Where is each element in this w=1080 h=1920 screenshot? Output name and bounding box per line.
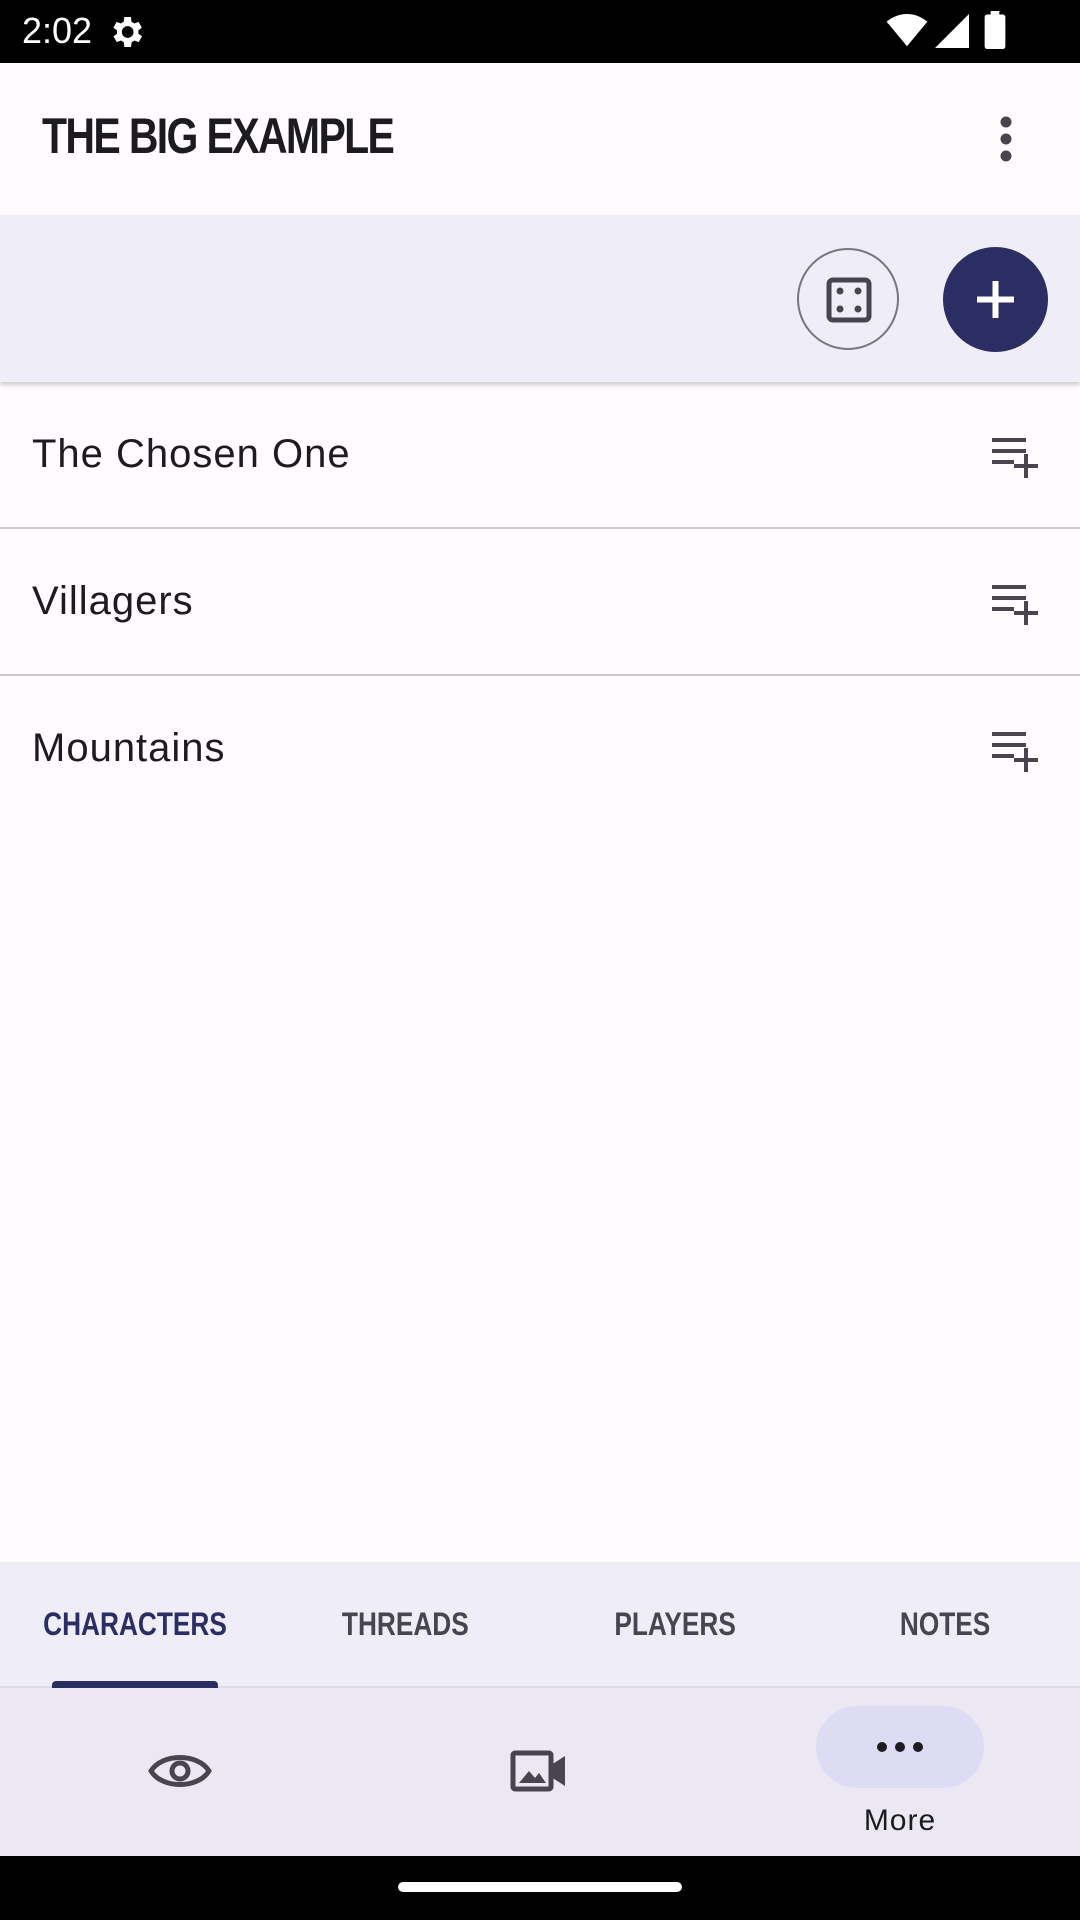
list-item-label: Villagers <box>32 579 194 623</box>
action-strip <box>0 215 1080 382</box>
list-item-label: The Chosen One <box>32 432 351 476</box>
settings-gear-icon <box>113 17 142 47</box>
list-item[interactable]: Villagers <box>0 529 1080 676</box>
wifi-icon <box>886 14 928 47</box>
playlist-add-icon[interactable] <box>988 581 1044 627</box>
playlist-add-icon[interactable] <box>988 434 1044 480</box>
list-item-label: Mountains <box>32 726 226 770</box>
tab-notes[interactable]: NOTES <box>810 1562 1080 1686</box>
eye-icon[interactable] <box>148 1748 212 1794</box>
tab-characters[interactable]: CHARACTERS <box>0 1562 270 1686</box>
more-horiz-icon <box>877 1742 923 1752</box>
signal-icon <box>935 14 969 48</box>
battery-icon <box>984 11 1006 49</box>
playlist-add-icon[interactable] <box>988 728 1044 774</box>
status-time: 2:02 <box>22 10 93 51</box>
dice-icon <box>826 277 872 323</box>
system-navigation-bar <box>0 1856 1080 1920</box>
video-scene-icon[interactable] <box>510 1748 568 1794</box>
more-nav-label: More <box>863 1804 937 1837</box>
more-vert-icon <box>1000 116 1012 162</box>
plus-icon <box>977 281 1014 318</box>
more-nav-button[interactable] <box>816 1706 984 1788</box>
roll-dice-button[interactable] <box>797 248 899 350</box>
list-item[interactable]: Mountains <box>0 676 1080 823</box>
app-title: THE BIG EXAMPLE <box>42 108 395 164</box>
home-gesture-handle[interactable] <box>398 1882 682 1892</box>
status-bar: 2:02 <box>0 0 1080 63</box>
overflow-menu-button[interactable] <box>976 109 1036 169</box>
tab-bar: CHARACTERS THREADS PLAYERS NOTES <box>0 1562 1080 1688</box>
character-list: The Chosen One Villagers Mountains <box>0 382 1080 823</box>
bottom-navigation: More <box>0 1688 1080 1856</box>
add-button[interactable] <box>943 247 1048 352</box>
list-item[interactable]: The Chosen One <box>0 382 1080 529</box>
tab-threads[interactable]: THREADS <box>270 1562 540 1686</box>
app-bar: THE BIG EXAMPLE <box>0 63 1080 215</box>
tab-players[interactable]: PLAYERS <box>540 1562 810 1686</box>
